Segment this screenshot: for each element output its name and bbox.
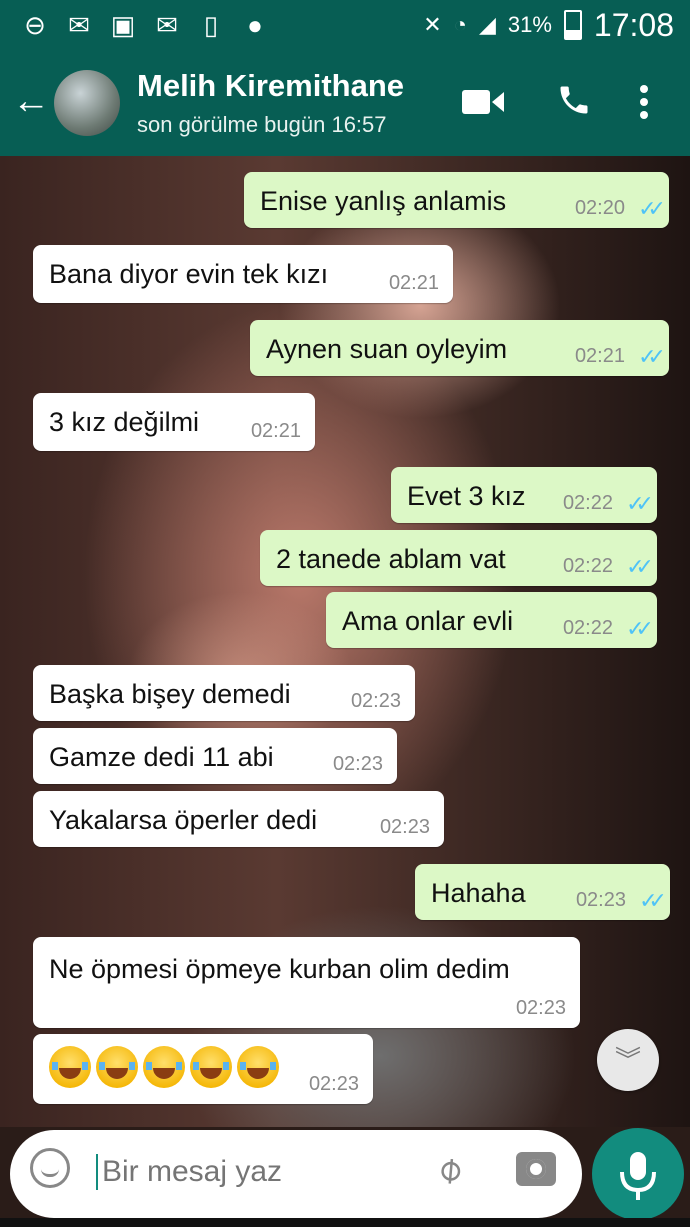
double-chevron-down-icon[interactable]: ︾: [597, 1029, 659, 1091]
avatar[interactable]: [54, 70, 120, 136]
message-text: Ama onlar evli: [342, 606, 514, 636]
double-check-icon: ✓✓: [626, 616, 654, 641]
double-check-icon: ✓✓: [626, 491, 654, 516]
phone-check-icon: ▯: [203, 9, 219, 40]
chat-header: ← Melih Kiremithane son görülme bugün 16…: [0, 50, 690, 156]
message-bubble[interactable]: Hahaha 02:23 ✓✓: [415, 864, 670, 920]
navigation-bar: [0, 1218, 690, 1227]
message-time: 02:22: [562, 617, 613, 639]
camera-icon[interactable]: [516, 1152, 556, 1186]
wifi-icon: ◔: [453, 12, 467, 37]
image-icon: ▣: [110, 9, 136, 40]
clock: 17:08: [593, 6, 674, 43]
laughing-tears-emoji-icon: [190, 1046, 232, 1088]
double-check-icon: ✓✓: [638, 344, 666, 369]
laughing-tears-emoji-icon: [143, 1046, 185, 1088]
message-time: 02:23: [332, 753, 383, 775]
double-check-icon: ✓✓: [639, 888, 667, 913]
do-not-disturb-icon: ⊖: [24, 9, 46, 40]
message-composer: ⌀: [10, 1130, 582, 1218]
message-bubble[interactable]: Ama onlar evli 02:22 ✓✓: [326, 592, 657, 648]
laughing-tears-emoji-icon: [49, 1046, 91, 1088]
mail-check-icon: ✉: [156, 9, 178, 40]
contact-name[interactable]: Melih Kiremithane: [137, 68, 404, 104]
more-vertical-icon[interactable]: [638, 84, 650, 120]
battery-percent: 31%: [507, 12, 552, 37]
message-time: 02:21: [250, 420, 301, 442]
alert-icon: ●: [247, 9, 263, 40]
message-bubble[interactable]: Gamze dedi 11 abi 02:23: [33, 728, 397, 784]
message-bubble[interactable]: Evet 3 kız 02:22 ✓✓: [391, 467, 657, 523]
message-text: Başka bişey demedi: [49, 679, 291, 709]
last-seen: son görülme bugün 16:57: [137, 112, 387, 137]
message-bubble[interactable]: Başka bişey demedi 02:23: [33, 665, 415, 721]
message-text: Enise yanlış anlamis: [260, 186, 507, 216]
emoji-icon[interactable]: [30, 1148, 70, 1188]
video-call-icon[interactable]: [462, 88, 504, 116]
emoji-row: [49, 1046, 284, 1088]
message-time: 02:20: [574, 197, 625, 219]
message-text: Evet 3 kız: [407, 481, 526, 511]
phone-icon[interactable]: [556, 82, 592, 118]
message-time: 02:21: [388, 272, 439, 294]
message-time: 02:23: [350, 690, 401, 712]
message-time: 02:23: [379, 816, 430, 838]
paperclip-icon[interactable]: ⌀: [427, 1146, 471, 1192]
message-bubble[interactable]: Bana diyor evin tek kızı 02:21: [33, 245, 453, 303]
mail-icon: ✉: [68, 9, 90, 40]
message-input[interactable]: [96, 1154, 424, 1190]
message-bubble[interactable]: Yakalarsa öperler dedi 02:23: [33, 791, 444, 847]
message-text: Yakalarsa öperler dedi: [49, 805, 318, 835]
message-bubble-emoji[interactable]: 02:23: [33, 1034, 373, 1104]
message-time: 02:22: [562, 492, 613, 514]
arrow-left-icon[interactable]: ←: [12, 80, 50, 123]
message-time: 02:21: [574, 345, 625, 367]
double-check-icon: ✓✓: [626, 554, 654, 579]
message-text: Aynen suan oyleyim: [266, 334, 508, 364]
double-check-icon: ✓✓: [638, 196, 666, 221]
message-text: Hahaha: [431, 878, 526, 908]
message-text: Ne öpmesi öpmeye kurban olim dedim: [49, 954, 510, 984]
mute-icon: ✕: [423, 12, 442, 37]
message-time: 02:23: [308, 1073, 359, 1095]
message-text: 3 kız değilmi: [49, 407, 200, 437]
message-time: 02:23: [515, 997, 566, 1019]
status-bar: ⊖ ✉ ▣ ✉ ▯ ● ✕ ◔ ◢ 31% 17:08: [0, 0, 690, 50]
signal-icon: ◢: [478, 12, 496, 37]
message-bubble[interactable]: 3 kız değilmi 02:21: [33, 393, 315, 451]
message-time: 02:22: [562, 555, 613, 577]
message-bubble[interactable]: 2 tanede ablam vat 02:22 ✓✓: [260, 530, 657, 586]
message-bubble[interactable]: Aynen suan oyleyim 02:21 ✓✓: [250, 320, 669, 376]
message-text: 2 tanede ablam vat: [276, 544, 506, 574]
message-bubble[interactable]: Enise yanlış anlamis 02:20 ✓✓: [244, 172, 669, 228]
message-bubble[interactable]: Ne öpmesi öpmeye kurban olim dedim 02:23: [33, 937, 580, 1028]
message-time: 02:23: [575, 889, 626, 911]
microphone-icon[interactable]: [592, 1128, 684, 1220]
message-text: Bana diyor evin tek kızı: [49, 259, 329, 289]
message-text: Gamze dedi 11 abi: [49, 742, 274, 772]
laughing-tears-emoji-icon: [237, 1046, 279, 1088]
notification-icons: ⊖ ✉ ▣ ✉ ▯ ●: [0, 10, 270, 41]
battery-icon: [563, 10, 582, 40]
laughing-tears-emoji-icon: [96, 1046, 138, 1088]
